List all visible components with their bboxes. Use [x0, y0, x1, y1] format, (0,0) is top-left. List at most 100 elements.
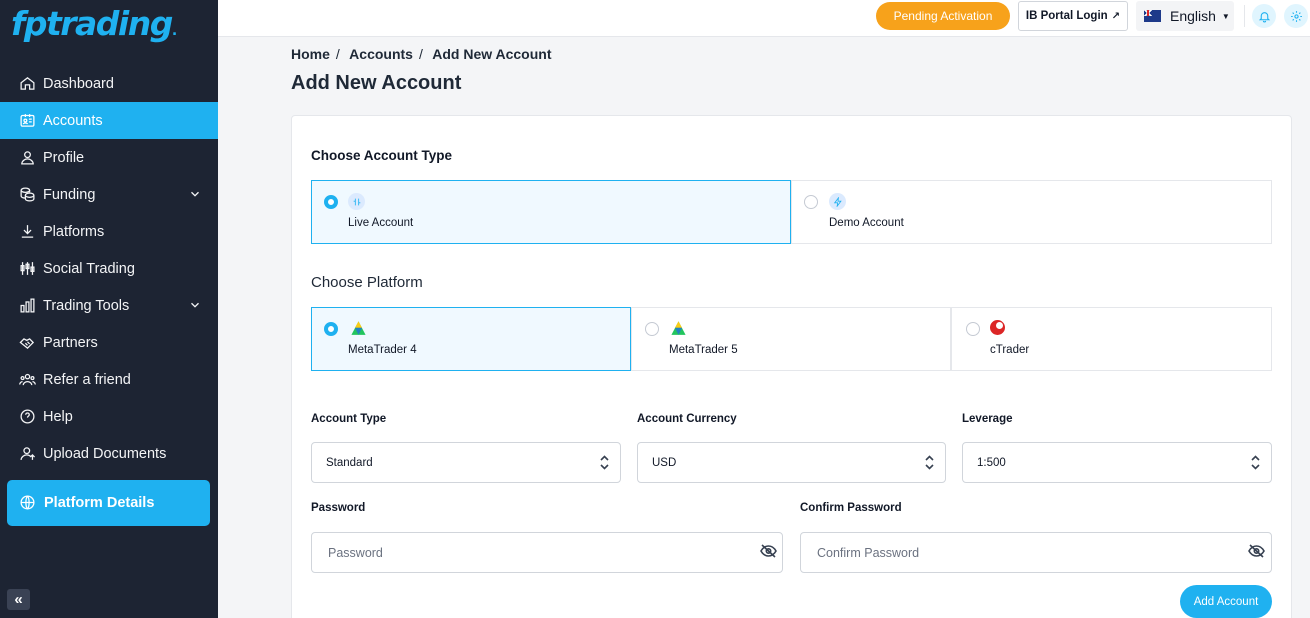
sidebar-item-label: Refer a friend: [43, 371, 131, 388]
collapse-sidebar-button[interactable]: «: [7, 589, 30, 610]
metatrader-icon: [671, 321, 686, 335]
updown-icon: [1251, 455, 1260, 470]
sidebar-nav: Dashboard Accounts Profile Funding Platf…: [0, 65, 218, 472]
choose-account-type-title: Choose Account Type: [311, 148, 453, 163]
language-selector[interactable]: English ▼: [1136, 1, 1234, 31]
download-icon: [18, 223, 36, 241]
chevron-down-icon[interactable]: [188, 298, 202, 316]
updown-icon: [600, 455, 609, 470]
sidebar-item-label: Help: [43, 408, 73, 425]
sidebar-item-label: Accounts: [43, 112, 103, 129]
ib-portal-login-button[interactable]: IB Portal Login ↗: [1018, 1, 1128, 31]
leverage-label: Leverage: [962, 413, 1013, 425]
metatrader5-option[interactable]: MetaTrader 5: [631, 307, 951, 371]
sidebar-item-partners[interactable]: Partners: [0, 324, 218, 361]
breadcrumb-home[interactable]: Home: [291, 46, 330, 62]
password-label: Password: [311, 502, 366, 514]
sidebar-item-label: Funding: [43, 186, 96, 203]
sidebar: fptrading. Dashboard Accounts Profile Fu…: [0, 0, 218, 618]
home-icon: [18, 75, 36, 93]
pending-activation-button[interactable]: Pending Activation: [876, 2, 1010, 30]
bar-chart-icon: [18, 297, 36, 315]
metatrader4-option[interactable]: MetaTrader 4: [311, 307, 631, 371]
sidebar-item-label: Trading Tools: [43, 297, 130, 314]
account-type-value: Standard: [326, 456, 373, 469]
chevron-down-icon[interactable]: [188, 187, 202, 205]
option-label: MetaTrader 4: [348, 344, 417, 356]
sidebar-item-label: Social Trading: [43, 260, 135, 277]
confirm-password-label: Confirm Password: [800, 502, 902, 514]
caret-down-icon: ▼: [1221, 11, 1230, 21]
divider: [1244, 5, 1245, 27]
ctrader-option[interactable]: cTrader: [951, 307, 1272, 371]
eye-off-icon[interactable]: [1248, 544, 1265, 558]
sidebar-item-accounts[interactable]: Accounts: [0, 102, 218, 139]
option-label: Live Account: [348, 217, 414, 229]
demo-account-option[interactable]: Demo Account: [791, 180, 1272, 244]
candlestick-icon: [18, 260, 36, 278]
ctrader-icon: [990, 320, 1005, 335]
sidebar-item-label: Profile: [43, 149, 85, 166]
globe-icon: [19, 494, 37, 512]
sidebar-item-label: Platforms: [43, 223, 105, 240]
page-title: Add New Account: [291, 72, 462, 94]
sidebar-item-platforms[interactable]: Platforms: [0, 213, 218, 250]
sidebar-item-label: Dashboard: [43, 75, 114, 92]
sidebar-item-social-trading[interactable]: Social Trading: [0, 250, 218, 287]
sidebar-item-refer-a-friend[interactable]: Refer a friend: [0, 361, 218, 398]
users-icon: [18, 371, 36, 389]
help-icon: [18, 408, 36, 426]
account-currency-label: Account Currency: [637, 413, 737, 425]
platform-details-label: Platform Details: [44, 495, 155, 511]
breadcrumb-current: Add New Account: [432, 46, 552, 62]
bolt-icon: [829, 193, 846, 210]
language-label: English: [1170, 8, 1216, 24]
coins-icon: [18, 186, 36, 204]
australia-flag-icon: [1144, 10, 1161, 22]
account-currency-value: USD: [652, 456, 677, 469]
leverage-select[interactable]: 1:500: [962, 442, 1272, 483]
leverage-value: 1:500: [977, 456, 1006, 469]
sidebar-item-upload-documents[interactable]: Upload Documents: [0, 435, 218, 472]
breadcrumb-accounts[interactable]: Accounts: [349, 46, 413, 62]
account-currency-select[interactable]: USD: [637, 442, 946, 483]
sidebar-item-profile[interactable]: Profile: [0, 139, 218, 176]
radio-button[interactable]: [804, 195, 818, 209]
bell-icon: [1258, 11, 1270, 22]
radio-button[interactable]: [324, 195, 338, 209]
platform-details-button[interactable]: Platform Details: [7, 480, 210, 526]
radio-button[interactable]: [645, 322, 659, 336]
confirm-password-input[interactable]: [800, 532, 1272, 573]
metatrader-icon: [351, 321, 366, 335]
double-chevron-left-icon: «: [14, 591, 23, 608]
account-type-select[interactable]: Standard: [311, 442, 621, 483]
breadcrumb-separator: /: [418, 46, 423, 62]
option-label: Demo Account: [829, 217, 904, 229]
radio-button[interactable]: [966, 322, 980, 336]
live-icon: [348, 193, 365, 210]
user-icon: [18, 149, 36, 167]
add-account-button[interactable]: Add Account: [1180, 585, 1272, 618]
password-input[interactable]: [311, 532, 783, 573]
account-type-label: Account Type: [311, 413, 387, 425]
live-account-option[interactable]: Live Account: [311, 180, 791, 244]
option-label: MetaTrader 5: [669, 344, 738, 356]
notifications-button[interactable]: [1252, 4, 1276, 28]
updown-icon: [925, 455, 934, 470]
settings-button[interactable]: [1284, 4, 1308, 28]
breadcrumb: Home / Accounts / Add New Account: [291, 46, 556, 62]
choose-platform-title: Choose Platform: [311, 274, 423, 291]
sidebar-item-label: Partners: [43, 334, 98, 351]
sidebar-item-dashboard[interactable]: Dashboard: [0, 65, 218, 102]
sidebar-item-label: Upload Documents: [43, 445, 167, 462]
eye-off-icon[interactable]: [760, 544, 777, 558]
gear-icon: [1290, 10, 1302, 22]
ib-portal-login-label: IB Portal Login: [1025, 10, 1108, 22]
radio-button[interactable]: [324, 322, 338, 336]
breadcrumb-separator: /: [335, 46, 340, 62]
id-card-icon: [18, 112, 36, 130]
sidebar-item-funding[interactable]: Funding: [0, 176, 218, 213]
logo[interactable]: fptrading.: [11, 4, 177, 43]
sidebar-item-help[interactable]: Help: [0, 398, 218, 435]
sidebar-item-trading-tools[interactable]: Trading Tools: [0, 287, 218, 324]
